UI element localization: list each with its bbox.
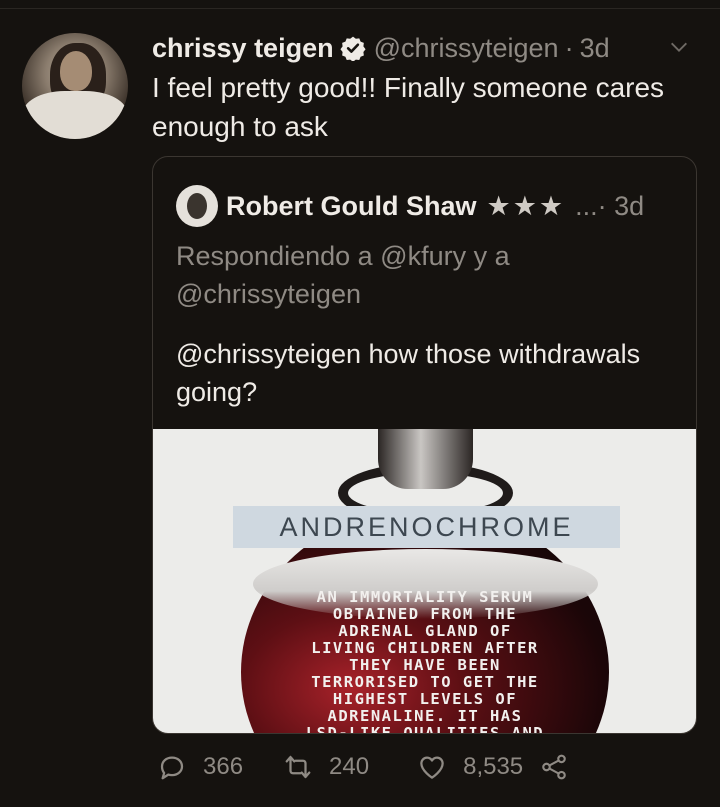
reply-count: 366 bbox=[203, 753, 244, 780]
share-button[interactable] bbox=[539, 752, 569, 782]
separator-dot: · bbox=[564, 32, 574, 63]
retweet-button[interactable]: 240 bbox=[283, 752, 369, 782]
like-button[interactable]: 8,535 bbox=[417, 752, 523, 782]
reply-button[interactable]: 366 bbox=[157, 752, 243, 782]
stars: ★★★ bbox=[486, 190, 566, 221]
like-icon bbox=[420, 756, 444, 779]
author-name[interactable]: chrissy teigen bbox=[152, 33, 334, 64]
image-caption: AN IMMORTALITY SERUM OBTAINED FROM THE A… bbox=[305, 588, 545, 734]
quoted-tweet-header: Robert Gould Shaw ★★★ ...· 3d bbox=[176, 185, 644, 227]
quoted-author-name: Robert Gould Shaw bbox=[226, 190, 477, 221]
quoted-image[interactable]: ANDRENOCHROME AN IMMORTALITY SERUM OBTAI… bbox=[153, 429, 696, 733]
tweet-time[interactable]: 3d bbox=[580, 33, 610, 64]
tweet-text: I feel pretty good!! Finally someone car… bbox=[152, 72, 665, 142]
author-handle[interactable]: @chrissyteigen bbox=[374, 33, 559, 64]
retweet-icon bbox=[285, 755, 311, 779]
verified-icon bbox=[340, 36, 366, 61]
quoted-text: @chrissyteigen how those withdrawals goi… bbox=[176, 339, 641, 407]
image-title: ANDRENOCHROME bbox=[233, 506, 620, 548]
reply-icon bbox=[160, 756, 184, 780]
quoted-time: ...· 3d bbox=[575, 190, 645, 221]
replying-to: Respondiendo a @kfury y a @chrissyteigen bbox=[176, 241, 510, 309]
share-icon bbox=[542, 754, 566, 780]
like-count: 8,535 bbox=[463, 753, 524, 780]
quoted-tweet[interactable]: Robert Gould Shaw ★★★ ...· 3d Respondien… bbox=[152, 156, 697, 734]
quoted-avatar bbox=[176, 185, 218, 227]
action-bar: 366 240 8,535 bbox=[157, 752, 569, 782]
divider bbox=[0, 8, 720, 9]
tweet-header: chrissy teigen @chrissyteigen · 3d bbox=[152, 28, 700, 68]
retweet-count: 240 bbox=[329, 753, 370, 780]
chevron-down-icon[interactable] bbox=[668, 36, 690, 58]
avatar[interactable] bbox=[22, 33, 128, 139]
